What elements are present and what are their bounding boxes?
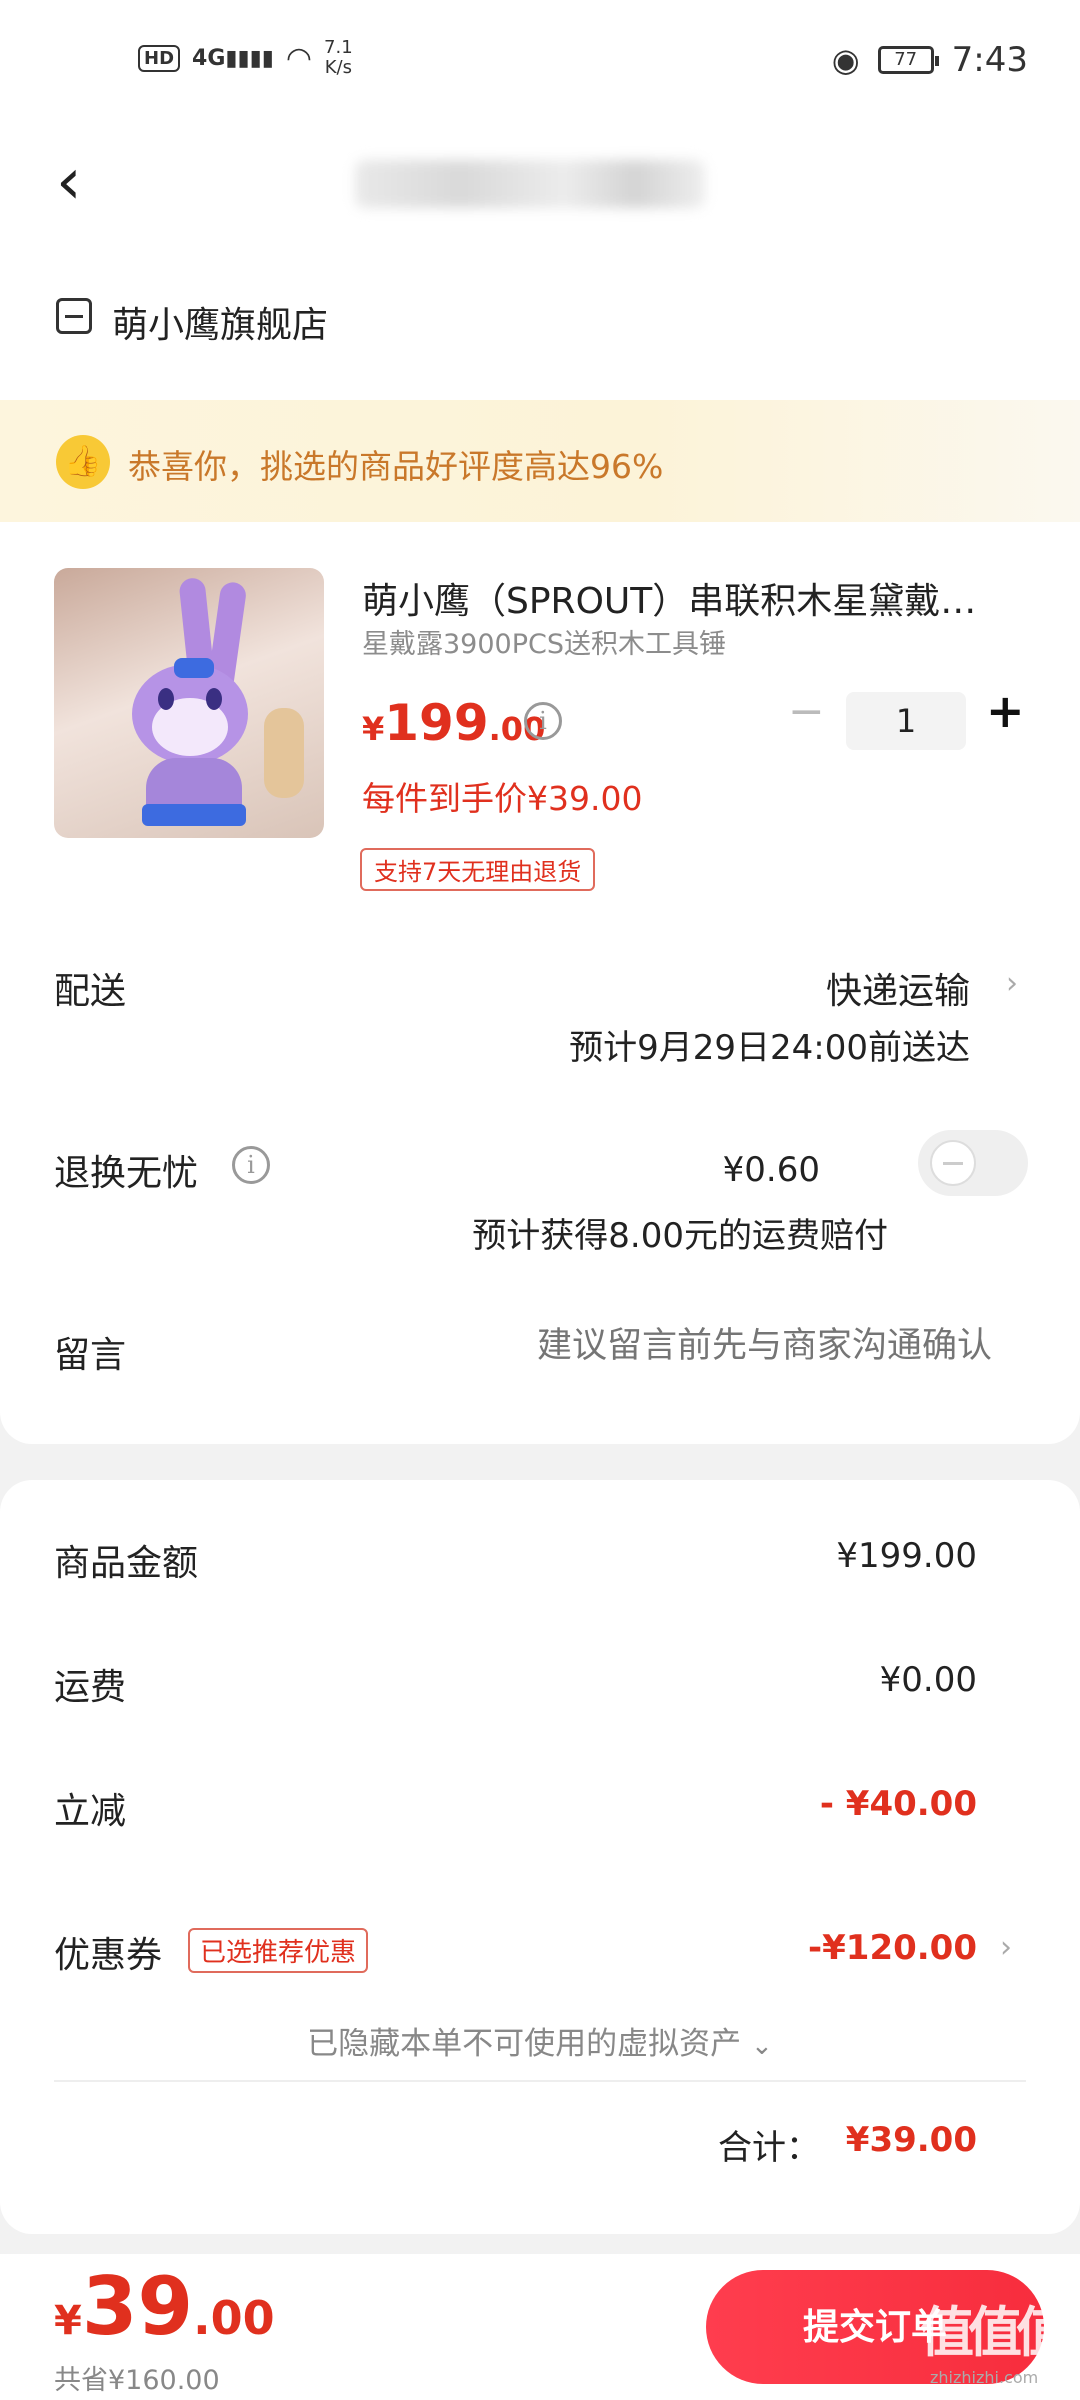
return-insurance-price: ¥0.60	[722, 1150, 820, 1190]
chevron-right-icon[interactable]: ›	[1000, 1930, 1012, 1965]
net-speed-unit: K/s	[324, 57, 352, 78]
bunny-eye	[206, 688, 222, 710]
battery-icon: 77	[877, 46, 939, 74]
saved-amount: 共省¥160.00	[54, 2365, 220, 2396]
pay-currency: ¥	[54, 2298, 82, 2344]
message-label: 留言	[54, 1335, 127, 1376]
quantity-increase-button[interactable]: +	[986, 688, 1025, 734]
chevron-right-icon[interactable]: ›	[1006, 966, 1018, 1001]
price-currency: ¥	[362, 710, 385, 748]
blurred-title	[355, 160, 705, 208]
product-spec[interactable]: 星戴露3900PCS送积木工具锤	[362, 622, 726, 661]
discount-label: 立减	[54, 1791, 127, 1832]
pay-price-dec: .00	[193, 2291, 275, 2345]
chevron-left-icon[interactable]: ‹	[56, 150, 82, 214]
pay-price-int: 39	[81, 2260, 194, 2353]
signal-label: 4G	[192, 45, 226, 71]
bunny-bow	[174, 658, 214, 678]
goods-amount-value: ¥199.00	[836, 1536, 977, 1576]
hidden-assets-toggle[interactable]: 已隐藏本单不可使用的虚拟资产 ⌄	[0, 2018, 1080, 2063]
final-unit-price: 每件到手价¥39.00	[362, 779, 643, 818]
wifi-icon: ◠	[285, 40, 313, 76]
bottom-bar: ¥39.00 共省¥160.00 提交订单	[0, 2254, 1080, 2400]
chevron-down-icon: ⌄	[751, 2031, 773, 2061]
store-row[interactable]: 萌小鹰旗舰店	[0, 240, 1080, 400]
goods-amount-label: 商品金额	[54, 1543, 199, 1584]
shipping-method[interactable]: 快递运输	[826, 962, 970, 1014]
product-price: ¥199.00	[362, 694, 545, 752]
shipping-label: 配送	[54, 971, 127, 1012]
net-speed: 7.1 K/s	[324, 38, 353, 78]
watermark-logo: 值值值	[920, 2301, 1070, 2364]
summary-card: 商品金额 ¥199.00 运费 ¥0.00 立减 - ¥40.00 优惠券 已选…	[0, 1480, 1080, 2234]
clock: 7:43	[951, 40, 1028, 80]
pay-price: ¥39.00	[54, 2260, 275, 2353]
store-name: 萌小鹰旗舰店	[112, 305, 329, 346]
hidden-assets-text: 已隐藏本单不可使用的虚拟资产	[307, 2026, 742, 2062]
return-policy-tag: 支持7天无理由退货	[360, 848, 596, 891]
coupon-value[interactable]: -¥120.00	[808, 1928, 977, 1968]
divider	[54, 2080, 1026, 2082]
header: ‹	[0, 130, 1080, 240]
product-title[interactable]: 萌小鹰（SPROUT）串联积木星黛戴…	[362, 572, 1012, 624]
coupon-tag: 已选推荐优惠	[188, 1928, 369, 1973]
quantity-decrease-button[interactable]: −	[788, 690, 825, 734]
signal-4g-icon: 4G▮▮▮▮	[192, 45, 274, 71]
return-insurance-label: 退换无忧	[54, 1153, 199, 1194]
bunny-eye	[158, 688, 174, 710]
return-insurance-note: 预计获得8.00元的运费赔付	[472, 1216, 888, 1256]
shipping-fee-label: 运费	[54, 1667, 127, 1708]
hd-badge: HD	[138, 44, 181, 72]
product-image[interactable]	[54, 568, 324, 838]
thumbs-up-icon: 👍	[56, 435, 110, 489]
watermark-url: zhizhizhi.com	[930, 2368, 1039, 2387]
rating-banner: 👍 恭喜你，挑选的商品好评度高达96%	[0, 400, 1080, 522]
total-label: 合计：	[718, 2128, 820, 2168]
status-bar: HD 4G▮▮▮▮ ◠ 7.1 K/s ◉ 77 7:43	[0, 0, 1080, 130]
banner-text: 恭喜你，挑选的商品好评度高达96%	[128, 447, 664, 486]
status-right: ◉ 77 7:43	[832, 40, 1028, 80]
quantity-input[interactable]: 1	[846, 692, 966, 750]
store-icon	[56, 298, 92, 334]
total-value: ¥39.00	[845, 2120, 977, 2160]
coupon-label: 优惠券	[54, 1935, 163, 1976]
return-info-icon[interactable]: i	[232, 1146, 270, 1184]
return-insurance-toggle[interactable]	[918, 1130, 1028, 1196]
net-speed-value: 7.1	[324, 37, 353, 58]
shipping-eta: 预计9月29日24:00前送达	[569, 1028, 970, 1068]
message-input[interactable]	[240, 1326, 992, 1366]
price-int: 199	[384, 694, 489, 752]
price-info-icon[interactable]: i	[524, 702, 562, 740]
toggle-knob	[930, 1140, 976, 1186]
bunny-skirt	[142, 804, 246, 826]
shipping-fee-value: ¥0.00	[879, 1660, 977, 1700]
discount-value: - ¥40.00	[819, 1784, 977, 1824]
status-left: HD 4G▮▮▮▮ ◠ 7.1 K/s	[138, 38, 353, 78]
order-card: 萌小鹰（SPROUT）串联积木星黛戴… 星戴露3900PCS送积木工具锤 ¥19…	[0, 522, 1080, 1444]
eye-icon: ◉	[831, 41, 860, 79]
dog-figure	[264, 708, 304, 798]
